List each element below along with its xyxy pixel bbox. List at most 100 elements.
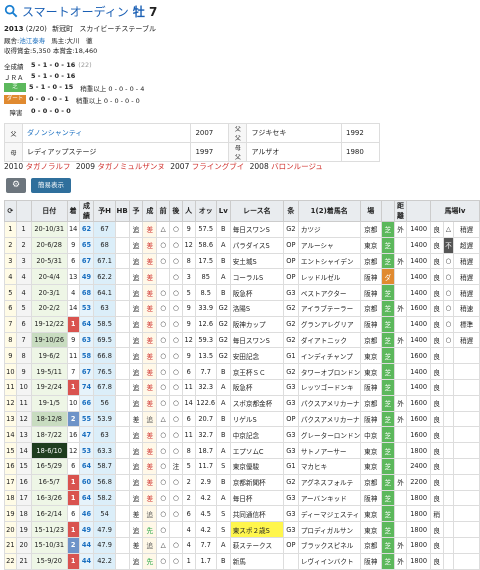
table-cell: 9 [66,236,80,254]
sibling-link[interactable]: タガノミュルザンヌ [97,162,165,171]
table-cell: 外 [393,394,408,412]
table-cell [393,489,408,507]
horse-sex: 牡 7 [132,4,158,19]
table-cell: 阪神 [359,284,382,301]
table-cell: 追 [128,363,144,380]
table-row[interactable]: 6 5 20-2/2 14 53 63 追差 ○ ○ 9 33.9 G2 洛陽S G2 アイラブテーラー 京都… [4,299,480,317]
table-row[interactable]: 4 4 20-4/4 13 49 62.2 追差 ○ 3 85 A コーラルS OP レッドルゼル 阪神ダ 1… [4,268,480,286]
trainer-link[interactable]: 池江泰寿 [19,37,45,45]
table-cell: 毎日スワンS [229,221,284,238]
simple-view-button[interactable]: 簡易表示 [31,178,71,193]
table-cell: 53 [78,299,95,317]
table-cell: 1 [66,473,80,491]
table-cell: 芝 [380,331,395,349]
table-cell [442,552,455,570]
table-cell: G2 [215,315,231,333]
table-cell: 1600 [406,347,431,365]
table-cell: 差 [142,236,158,254]
table-row[interactable]: 21 20 15-10/31 2 44 47.9 差追 △ ○ 4 7.7 A 萩ステークス OP ブラック… [4,536,480,554]
table-cell: 芝 [380,221,395,238]
pedigree-table: 父 ダノンシャンティ 2007 父父 フジキセキ 1992 母 レディアップステ… [4,123,380,162]
table-row[interactable]: 19 18 16-2/14 6 46 54 差追 ○ ○ 6 4.5 S 共同通信杯 G3 ディーマジェステ… [4,505,480,523]
table-cell: 萩ステークス [229,536,284,554]
table-cell [442,394,455,412]
table-cell [114,378,130,396]
table-cell [169,521,183,538]
table-row[interactable]: 9 8 19-6/2 11 58 66.8 追差 ○ ○ 9 13.5 G2 安田記念 G1 インディチャン… [4,347,480,365]
table-cell: A [215,236,231,254]
table-row[interactable]: 10 9 19-5/11 7 67 76.5 追差 ○ ○ 6 7.7 B 京王杯ＳＣ G2 タワーオブロン… [4,363,480,380]
table-row[interactable]: 12 11 19-1/5 10 66 56 追差 ○ ○ 14 122.6 A スポ京都金杯 G3 パクスア… [4,394,480,412]
sire-link[interactable]: ダノンシャンティ [21,123,192,143]
table-row[interactable]: 1 1 20-10/31 14 62 67 追差 △ ○ 9 57.5 B 毎日スワンS G2 カツジ 京都芝… [4,221,480,238]
table-row[interactable]: 5 4 20-3/1 4 68 64.1 追差 ○ ○ 5 8.5 B 阪急杯 G3 ベストアクター 阪神芝 1… [4,284,480,301]
sibling-link[interactable]: タガノラルフ [25,162,70,171]
table-cell: 差 [142,378,158,396]
table-row[interactable]: 8 7 19-10/26 9 63 69.5 追差 ○ ○ 12 59.3 G2 毎日スワンS G2 ダイア… [4,331,480,349]
table-cell: B [215,552,231,570]
table-cell: 毎日杯 [229,489,284,507]
table-cell: G3 [282,505,299,523]
sibling-link[interactable]: バロンルージュ [271,162,323,171]
table-row[interactable]: 17 16 16-5/7 1 60 56.8 追差 ○ ○ 2 2.9 B 京都新聞杯 G2 アグネスフォル… [4,473,480,491]
table-cell: 46 [78,505,95,523]
table-header: ⟳ 日付 着 成績 予H HB 予 成 前 後 人 オッ Lv レース名 条 1… [4,200,480,222]
table-cell: △ [156,410,171,428]
table-cell: 良 [429,284,444,301]
table-cell: 7.7 [194,363,217,380]
table-row[interactable]: 2 2 20-6/28 9 65 68 追差 ○ ○ 12 58.6 A パラダイスS OP アルーシャ 東京… [4,236,480,254]
sort-date[interactable]: 日付 [30,200,68,222]
table-cell: 追 [128,394,144,412]
table-row[interactable]: 22 21 15-9/20 1 44 42.2 追先 ○ ○ 1 1.7 B 新馬 レヴィインバクト 阪神芝… [4,552,480,570]
table-cell: 1400 [406,221,431,238]
table-cell: 68 [93,236,116,254]
table-cell: 稍遅 [453,268,480,286]
table-cell: 1 [4,221,17,238]
table-cell [114,221,130,238]
table-cell: ○ [442,268,455,286]
table-cell: 19-12/22 [30,315,68,333]
table-cell: 1800 [406,521,431,538]
table-cell: 洛陽S [229,299,284,317]
table-cell: 京都 [359,536,382,554]
table-row[interactable]: 16 15 16-5/29 6 64 58.7 追差 ○ 注 5 11.7 S 東京優駿 G1 マカヒキ 東京… [4,457,480,475]
table-cell: 先 [142,521,158,538]
table-row[interactable]: 7 6 19-12/22 1 64 58.5 追差 ○ ○ 9 12.6 G2 阪神カップ G2 グランアレ… [4,315,480,333]
table-cell: 差 [142,315,158,333]
table-cell: G1 [282,347,299,365]
table-cell: 18.7 [194,442,217,459]
table-cell: ○ [156,505,171,523]
table-row[interactable]: 18 17 16-3/26 1 64 58.2 追差 ○ ○ 2 4.2 A 毎日杯 G3 アーバンキッド阪… [4,489,480,507]
table-cell: 差 [142,268,158,286]
settings-button[interactable]: ⚙ [6,178,26,193]
table-cell: 67 [93,221,116,238]
table-cell: 超遅 [453,236,480,254]
table-row[interactable]: 11 10 19-2/24 1 74 67.8 追差 ○ ○ 11 32.3 A 阪急杯 G3 レッツゴード… [4,378,480,396]
table-cell: 差 [128,505,144,523]
table-cell: 3 [4,252,17,270]
table-cell: 1600 [406,394,431,412]
table-cell: ○ [169,284,183,301]
table-row[interactable]: 15 14 18-6/10 12 53 63.3 追差 ○ ○ 8 18.7 A エプソムC G3 サトノア… [4,442,480,459]
table-cell: 稍遅 [453,221,480,238]
table-cell: 1800 [406,536,431,554]
table-cell: 7.7 [194,536,217,554]
table-cell: プロディガルサン [297,521,361,538]
refresh-icon[interactable]: ⟳ [4,200,17,222]
search-icon[interactable] [4,4,18,18]
table-cell: 8 [15,347,32,365]
table-cell: 東京 [359,457,382,475]
table-cell: 67 [78,252,95,270]
table-cell: 1800 [406,489,431,507]
table-cell: 芝 [380,426,395,444]
table-row[interactable]: 20 19 15-11/23 1 49 47.9 追先 ○ 4 4.2 S 東スポ２歳S G3 プロディガ… [4,521,480,538]
sibling-link[interactable]: フライングブイ [192,162,245,171]
table-cell: 1800 [406,552,431,570]
table-cell: 68 [78,284,95,301]
table-cell: 追 [142,536,158,554]
table-cell: A [215,536,231,554]
table-row[interactable]: 14 13 18-7/22 16 47 63 追差 ○ ○ 11 32.7 B 中京記念 G3 グレーターロ… [4,426,480,444]
table-row[interactable]: 13 12 18-12/8 2 55 53.9 差追 △ ○ 6 20.7 B リゲルS OP パクスアメリ… [4,410,480,428]
table-cell: 4.2 [194,489,217,507]
table-row[interactable]: 3 3 20-5/31 6 67 67.1 追差 ○ ○ 8 17.5 B 安土城S OP エントシャイデン… [4,252,480,270]
